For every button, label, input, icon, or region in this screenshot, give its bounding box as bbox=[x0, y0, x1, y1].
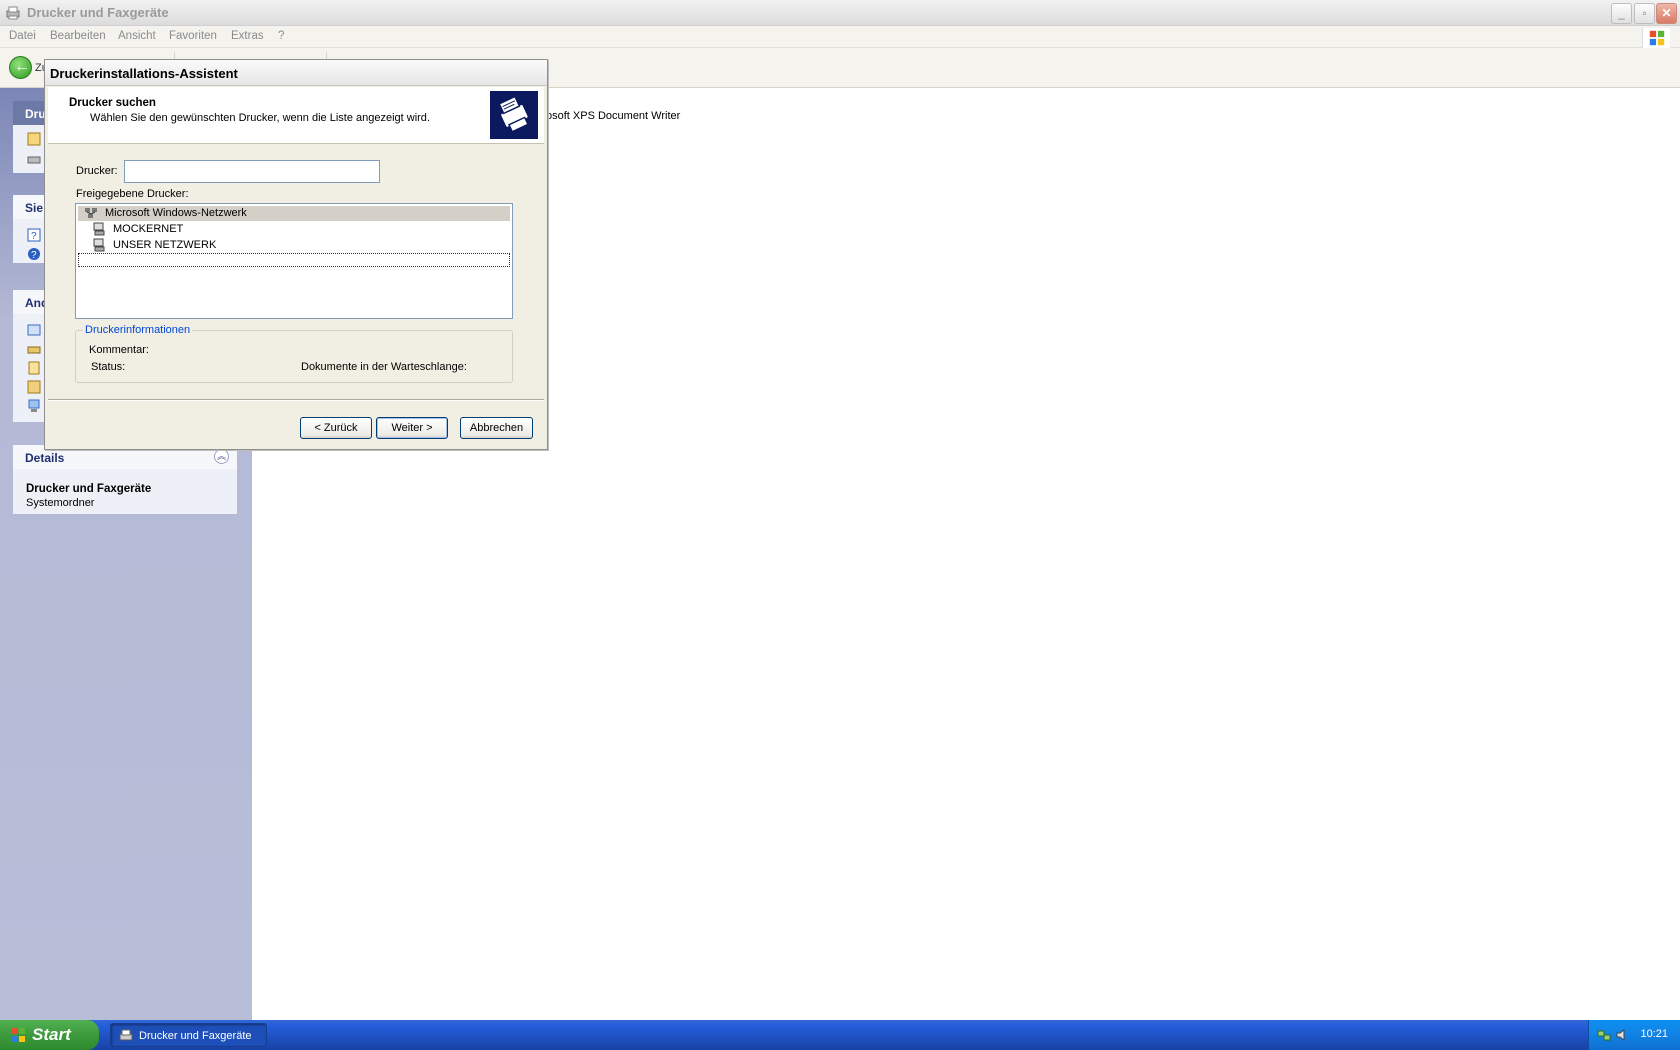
tree-item-label: Microsoft Windows-Netzwerk bbox=[105, 207, 247, 219]
printer-info-legend: Druckerinformationen bbox=[83, 324, 193, 336]
my-computer-icon[interactable] bbox=[27, 399, 41, 413]
back-wizard-button[interactable]: < Zurück bbox=[300, 417, 372, 439]
menu-bar: Datei Bearbeiten Ansicht Favoriten Extra… bbox=[0, 26, 1680, 48]
windows-logo-icon bbox=[1642, 28, 1670, 48]
add-printer-wizard-dialog: Druckerinstallations-Assistent Drucker s… bbox=[44, 59, 548, 450]
arrow-left-icon: ← bbox=[14, 58, 30, 75]
details-name: Drucker und Faxgeräte bbox=[26, 483, 152, 495]
fax-icon[interactable] bbox=[27, 152, 41, 166]
queue-label: Dokumente in der Warteschlange: bbox=[301, 361, 467, 373]
menu-datei[interactable]: Datei bbox=[9, 30, 36, 42]
start-label: Start bbox=[32, 1025, 71, 1044]
workgroup-icon bbox=[93, 222, 105, 236]
support-icon[interactable]: ? bbox=[27, 247, 41, 261]
next-button[interactable]: Weiter > bbox=[376, 417, 448, 439]
tree-item-label: UNSER NETZWERK bbox=[113, 239, 217, 251]
window-titlebar[interactable]: Drucker und Faxgeräte _ ▫ ✕ bbox=[0, 0, 1680, 26]
menu-favoriten[interactable]: Favoriten bbox=[169, 30, 217, 42]
menu-ansicht[interactable]: Ansicht bbox=[118, 30, 156, 42]
help-icon[interactable]: ? bbox=[27, 228, 41, 242]
menu-extras[interactable]: Extras bbox=[231, 30, 264, 42]
window-title: Drucker und Faxgeräte bbox=[27, 5, 169, 20]
tree-item-label: MOCKERNET bbox=[113, 223, 184, 235]
printer-info-group bbox=[75, 330, 513, 383]
dialog-header-title: Drucker suchen bbox=[69, 97, 156, 109]
dialog-titlebar[interactable]: Druckerinstallations-Assistent bbox=[45, 60, 547, 86]
system-tray: 10:21 bbox=[1588, 1020, 1680, 1050]
menu-help[interactable]: ? bbox=[278, 30, 284, 42]
pictures-icon[interactable] bbox=[27, 380, 41, 394]
minimize-button[interactable]: _ bbox=[1611, 3, 1632, 24]
add-printer-icon[interactable] bbox=[27, 132, 41, 146]
windows-flag-icon bbox=[11, 1028, 25, 1042]
taskbar: Start Drucker und Faxgeräte 10:21 bbox=[0, 1020, 1680, 1050]
printer-item-xps[interactable]: osoft XPS Document Writer bbox=[546, 110, 680, 122]
comment-label: Kommentar: bbox=[89, 344, 149, 356]
cancel-button[interactable]: Abbrechen bbox=[460, 417, 533, 439]
details-type: Systemordner bbox=[26, 497, 95, 509]
dialog-title: Druckerinstallations-Assistent bbox=[50, 66, 238, 81]
details-panel: Details ︽ Drucker und Faxgeräte Systemor… bbox=[13, 445, 237, 514]
svg-text:?: ? bbox=[31, 250, 37, 261]
printer-input[interactable] bbox=[124, 160, 380, 183]
close-button[interactable]: ✕ bbox=[1656, 3, 1677, 24]
dialog-header-subtitle: Wählen Sie den gewünschten Drucker, wenn… bbox=[90, 112, 430, 124]
control-panel-icon[interactable] bbox=[27, 323, 41, 337]
status-label: Status: bbox=[91, 361, 126, 373]
focus-rectangle bbox=[78, 253, 510, 267]
workgroup-icon bbox=[93, 238, 105, 252]
taskbar-window-label: Drucker und Faxgeräte bbox=[139, 1030, 252, 1042]
printer-wizard-icon bbox=[489, 90, 539, 140]
collapse-chevron-icon[interactable]: ︽ bbox=[214, 449, 229, 464]
printer-folder-icon bbox=[119, 1029, 133, 1041]
dialog-header: Drucker suchen Wählen Sie den gewünschte… bbox=[48, 87, 544, 144]
shared-printers-tree[interactable]: Microsoft Windows-Netzwerk MOCKERNET UNS… bbox=[75, 203, 513, 319]
taskbar-window-button[interactable]: Drucker und Faxgeräte bbox=[110, 1023, 267, 1047]
back-button[interactable]: ← bbox=[9, 56, 32, 79]
speaker-tray-icon[interactable] bbox=[1615, 1028, 1629, 1042]
printer-folder-icon bbox=[6, 6, 20, 20]
menu-bearbeiten[interactable]: Bearbeiten bbox=[50, 30, 106, 42]
tree-item-windows-network[interactable]: Microsoft Windows-Netzwerk bbox=[78, 206, 510, 221]
network-icon bbox=[85, 208, 97, 218]
maximize-button[interactable]: ▫ bbox=[1634, 3, 1655, 24]
shared-printers-label: Freigegebene Drucker: bbox=[76, 188, 189, 200]
network-tray-icon[interactable] bbox=[1597, 1028, 1611, 1042]
clock[interactable]: 10:21 bbox=[1640, 1028, 1668, 1040]
scanner-icon[interactable] bbox=[27, 342, 41, 356]
svg-text:?: ? bbox=[31, 231, 37, 242]
dialog-separator bbox=[48, 399, 544, 401]
documents-icon[interactable] bbox=[27, 361, 41, 375]
start-button[interactable]: Start bbox=[0, 1020, 99, 1050]
printer-label: Drucker: bbox=[76, 165, 118, 177]
